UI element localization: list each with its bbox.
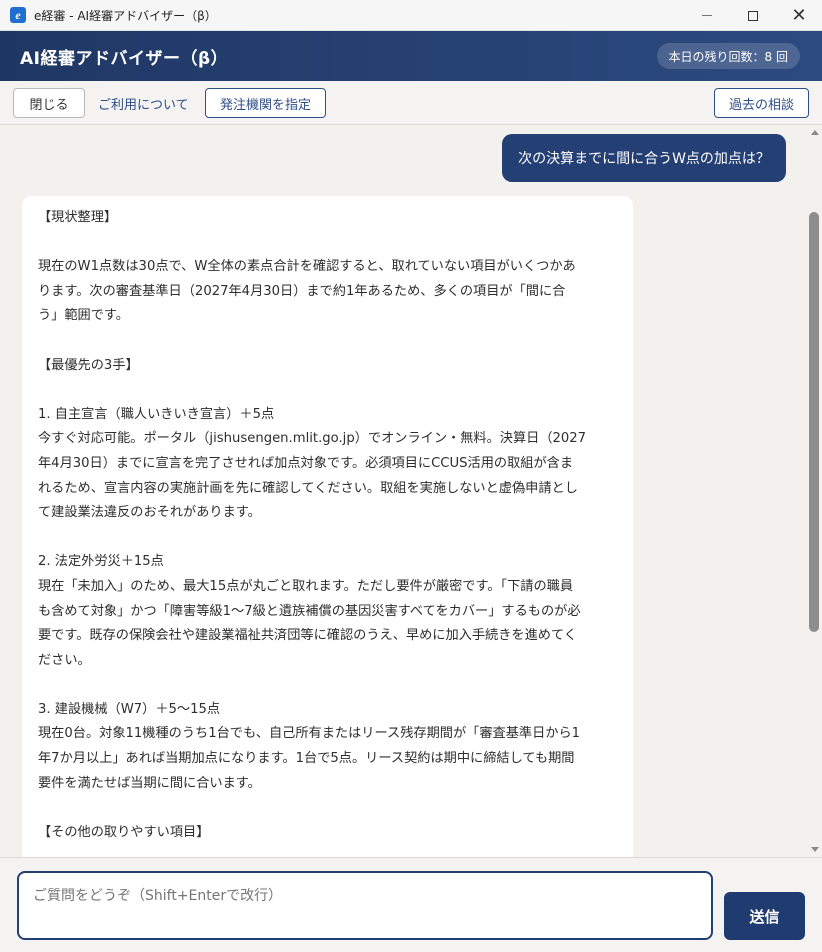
- ai-response-line: 年7か月以上」あれば当期加点になります。1台で5点。リース契約は期中に締結しても…: [38, 751, 575, 767]
- ai-response-line: 現在のW1点数は30点で、W全体の素点合計を確認すると、取れていない項目がいくつ…: [38, 259, 576, 275]
- specify-agency-button[interactable]: 発注機関を指定: [205, 88, 326, 118]
- maximize-button[interactable]: [730, 0, 776, 31]
- ai-response-line: 現在0台。対象11機種のうち1台でも、自己所有またはリース残存期間が「審査基準日…: [38, 726, 581, 742]
- ai-response-line: [38, 796, 617, 821]
- ai-response-line: 今すぐ対応可能。ポータル（jishusengen.mlit.go.jp）でオンラ…: [38, 431, 587, 447]
- minimize-button[interactable]: [684, 0, 730, 31]
- composer: 送信: [0, 857, 822, 952]
- chat-area: 次の決算までに間に合うW点の加点は？ 【現状整理】現在のW1点数は30点で、W全…: [0, 125, 808, 857]
- ai-response-line: [38, 329, 617, 354]
- send-button[interactable]: 送信: [724, 892, 805, 940]
- close-button[interactable]: 閉じる: [13, 88, 85, 118]
- ai-response-card: 【現状整理】現在のW1点数は30点で、W全体の素点合計を確認すると、取れていない…: [22, 196, 633, 857]
- scroll-up-icon[interactable]: [811, 130, 819, 135]
- window-controls: ✕: [684, 0, 822, 31]
- ai-response-line: [38, 673, 617, 698]
- ai-response-line: [38, 378, 617, 403]
- remaining-quota-badge: 本日の残り回数：8 回: [656, 43, 800, 69]
- past-consultations-button[interactable]: 過去の相談: [714, 88, 809, 118]
- e-logo-icon: e: [10, 7, 26, 23]
- page-title: AI経審アドバイザー（β）: [20, 48, 229, 69]
- question-input[interactable]: [17, 871, 713, 940]
- minimize-icon: [702, 15, 712, 16]
- window-titlebar: e e経審 - AI経審アドバイザー（β） ✕: [0, 0, 822, 31]
- ai-response-line: 要です。既存の保険会社や建設業福祉共済団等に確認のうえ、早めに加入手続きを進めて…: [38, 628, 577, 644]
- maximize-icon: [748, 10, 758, 21]
- app-header: AI経審アドバイザー（β） 本日の残り回数：8 回: [0, 31, 822, 81]
- user-message-bubble: 次の決算までに間に合うW点の加点は？: [502, 134, 786, 182]
- ai-response-line: 年4月30日）までに宣言を完了させれば加点対象です。必須項目にCCUS活用の取組…: [38, 455, 574, 471]
- ai-response-line: [38, 231, 617, 256]
- close-window-button[interactable]: ✕: [776, 0, 822, 31]
- ai-response-line: [38, 526, 617, 551]
- ai-response-line: 2. 法定外労災＋15点: [38, 554, 164, 570]
- window-title: e経審 - AI経審アドバイザー（β）: [34, 8, 217, 23]
- scrollbar-thumb[interactable]: [809, 212, 819, 632]
- ai-response-line: て建設業法違反のおそれがあります。: [38, 505, 261, 521]
- ai-response-line: ださい。: [38, 652, 91, 668]
- toolbar: 閉じる ご利用について 発注機関を指定 過去の相談: [0, 81, 822, 125]
- ai-response-line: う」範囲です。: [38, 308, 129, 324]
- ai-response-line: 要件を満たせば当期に間に合います。: [38, 775, 261, 791]
- ai-response-line: 【現状整理】: [38, 210, 118, 225]
- ai-response-line: 【最優先の3手】: [38, 357, 139, 373]
- ai-response-line: 【その他の取りやすい項目】: [38, 824, 210, 840]
- about-link[interactable]: ご利用について: [98, 88, 189, 118]
- ai-response-line: 3. 建設機械（W7）＋5〜15点: [38, 701, 221, 717]
- ai-response-line: 1. 自主宣言（職人いきいき宣言）＋5点: [38, 406, 275, 422]
- chat-scrollbar[interactable]: [808, 125, 822, 857]
- ai-response-line: も含めて対象」かつ「障害等級1〜7級と遺族補償の基因災害すべてをカバー」するもの…: [38, 603, 581, 619]
- scroll-down-icon[interactable]: [811, 847, 819, 852]
- ai-response-line: ります。次の審査基準日（2027年4月30日）まで約1年あるため、多くの項目が「…: [38, 283, 566, 299]
- ai-response-line: れるため、宣言内容の実施計画を先に確認してください。取組を実施しないと虚偽申請と…: [38, 480, 578, 496]
- close-icon: ✕: [791, 5, 807, 26]
- ai-response-line: 現在「未加入」のため、最大15点が丸ごと取れます。ただし要件が厳密です。「下請の…: [38, 578, 574, 594]
